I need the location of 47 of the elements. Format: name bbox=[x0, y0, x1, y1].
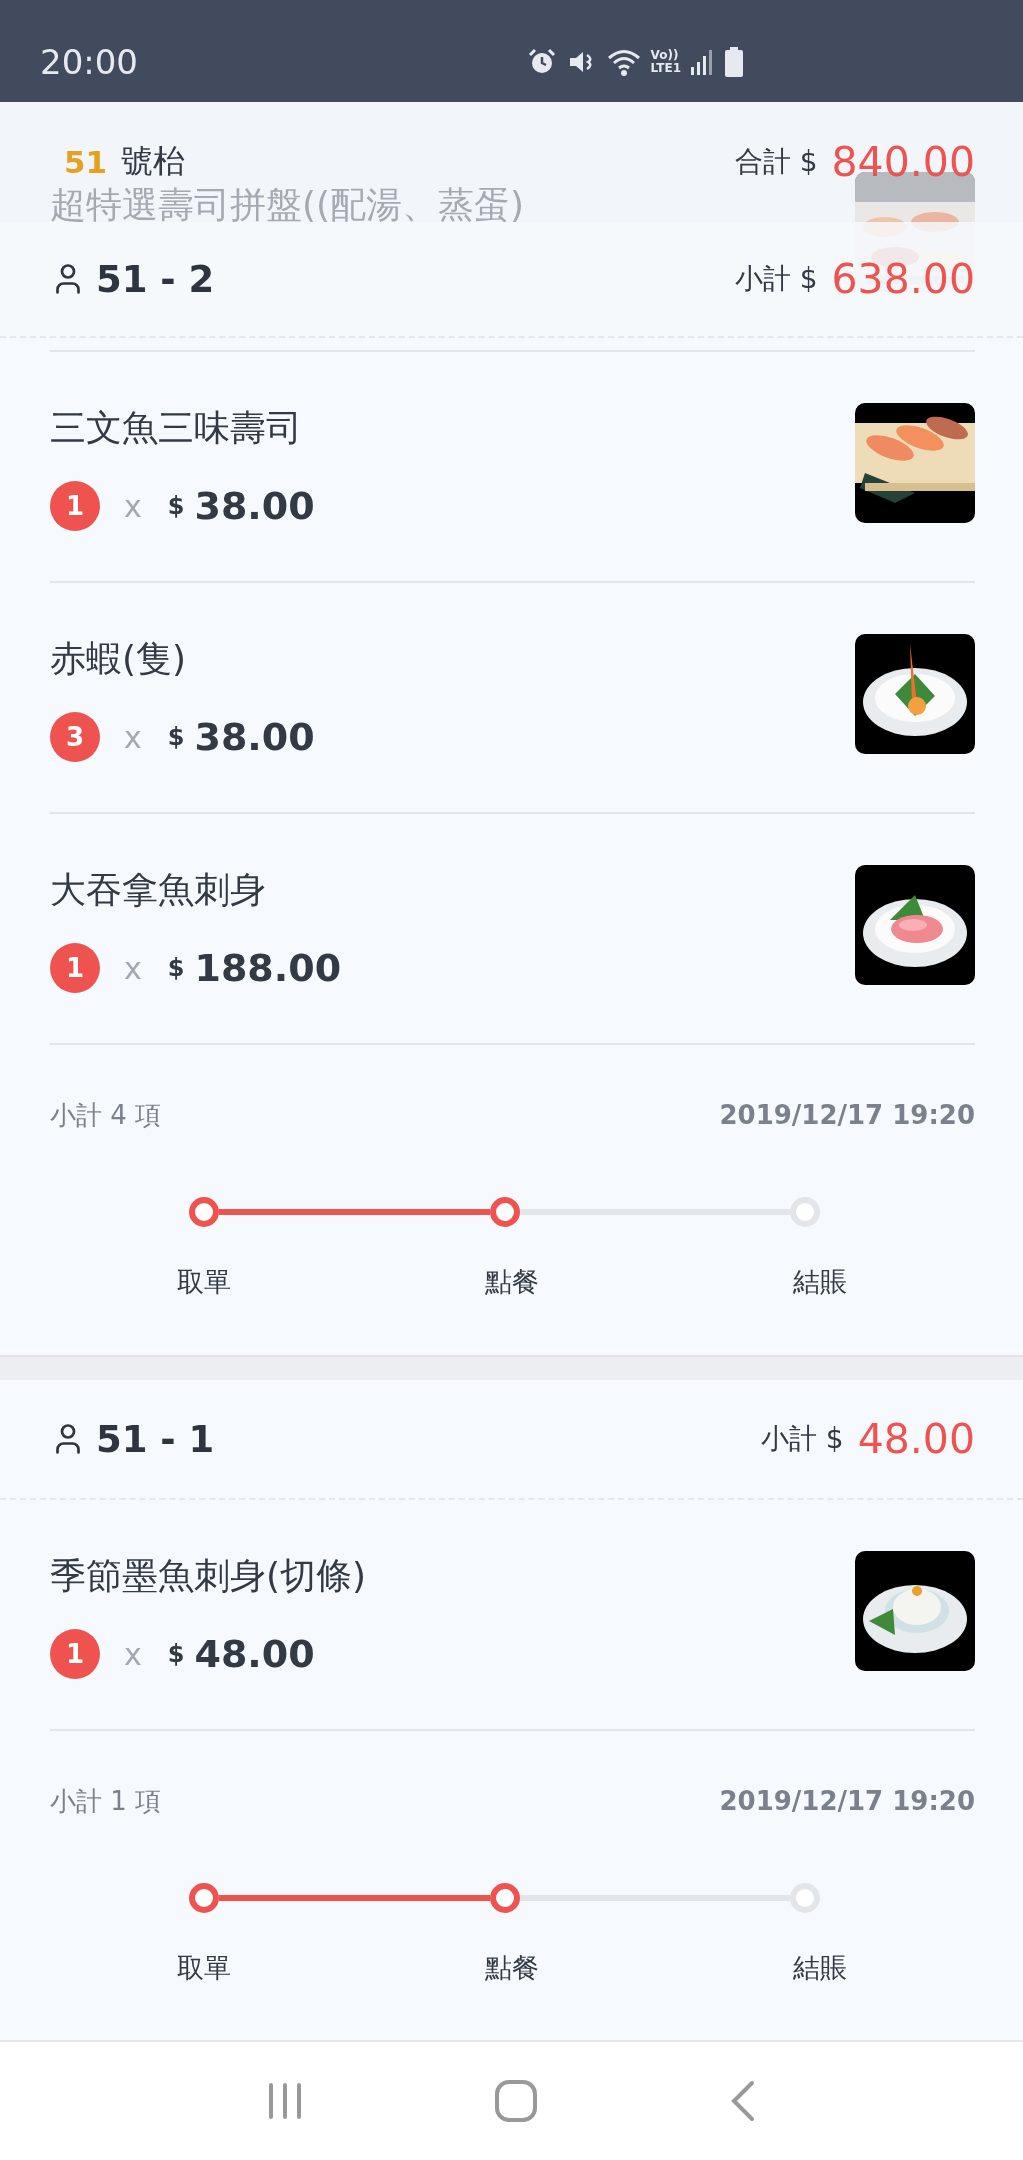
network-label: Vo)) LTE1 bbox=[650, 49, 681, 75]
quantity-badge: 1 bbox=[50, 943, 100, 993]
order-time: 2019/12/17 19:20 bbox=[719, 1786, 975, 1816]
currency-sign: $ bbox=[167, 492, 185, 520]
currency-sign: $ bbox=[167, 723, 185, 751]
signal-icon bbox=[691, 49, 715, 75]
table-number: 51 bbox=[64, 144, 108, 180]
step-label: 取單 bbox=[177, 1951, 231, 1985]
item-count: 小計 4 項 bbox=[50, 1098, 162, 1132]
item-name: 季節墨魚刺身(切條) bbox=[50, 1554, 368, 1598]
item-price: 38.00 bbox=[194, 715, 315, 759]
total-label: 合計 $ bbox=[734, 144, 818, 180]
step-label: 取單 bbox=[177, 1265, 231, 1299]
subtotal-label: 小計 $ bbox=[734, 261, 818, 297]
home-icon[interactable] bbox=[494, 2079, 539, 2123]
quantity-badge: 1 bbox=[50, 1629, 100, 1679]
step-label: 點餐 bbox=[485, 1951, 539, 1985]
subtotal-amount: 48.00 bbox=[857, 1415, 975, 1463]
group-name: 51 - 2 bbox=[96, 257, 215, 301]
subtotal-amount: 638.00 bbox=[831, 255, 975, 303]
item-name: 超特選壽司拼盤((配湯、蒸蛋) bbox=[50, 183, 526, 227]
step-label: 結賬 bbox=[793, 1265, 847, 1299]
battery-icon bbox=[725, 47, 743, 77]
multiply-sign: x bbox=[124, 719, 142, 755]
item-price: 38.00 bbox=[194, 484, 315, 528]
step-label: 點餐 bbox=[485, 1265, 539, 1299]
currency-sign: $ bbox=[167, 1640, 185, 1668]
multiply-sign: x bbox=[124, 488, 142, 524]
item-price: 48.00 bbox=[194, 1632, 315, 1676]
multiply-sign: x bbox=[124, 950, 142, 986]
wifi-icon bbox=[606, 47, 641, 77]
quantity-badge: 3 bbox=[50, 712, 100, 762]
quantity-badge: 1 bbox=[50, 481, 100, 531]
order-time: 2019/12/17 19:20 bbox=[719, 1100, 975, 1130]
item-count: 小計 1 項 bbox=[50, 1784, 162, 1818]
total-amount: 840.00 bbox=[831, 138, 975, 186]
step-label: 結賬 bbox=[793, 1951, 847, 1985]
group-name: 51 - 1 bbox=[96, 1417, 215, 1461]
currency-sign: $ bbox=[167, 954, 185, 982]
item-name: 三文魚三味壽司 bbox=[50, 406, 303, 450]
item-name: 大吞拿魚刺身 bbox=[50, 868, 267, 912]
item-name: 赤蝦(隻) bbox=[50, 637, 188, 681]
item-price: 188.00 bbox=[194, 946, 342, 990]
multiply-sign: x bbox=[124, 1636, 142, 1672]
clock: 20:00 bbox=[40, 41, 138, 82]
table-label: 號枱 bbox=[121, 141, 186, 182]
subtotal-label: 小計 $ bbox=[760, 1421, 844, 1457]
